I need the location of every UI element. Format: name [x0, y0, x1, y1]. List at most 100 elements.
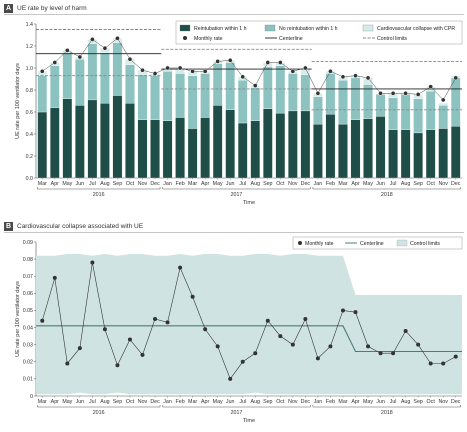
bar-segment: [325, 114, 336, 179]
monthly-rate-point: [378, 351, 383, 356]
monthly-rate-point: [227, 57, 233, 63]
bar-segment: [200, 117, 210, 179]
y-tick-label: 1.4: [26, 22, 33, 28]
monthly-rate-point: [64, 48, 70, 53]
x-tick-label: Oct: [126, 181, 135, 187]
panel-b: B Cardiovascular collapse associated wit…: [0, 218, 467, 432]
x-tick-label: Nov: [288, 181, 298, 187]
bar-segment: [288, 110, 298, 179]
bar-segment: [263, 66, 273, 109]
x-tick-label: Sep: [113, 181, 122, 187]
y-tick-label: 0.03: [23, 342, 33, 348]
monthly-rate-point: [190, 68, 195, 74]
x-tick-label: Feb: [176, 399, 185, 405]
x-tick-label: Mar: [188, 399, 197, 405]
monthly-rate-point: [428, 84, 434, 90]
y-tick-label: 0.07: [23, 274, 33, 280]
legend-marker: [298, 241, 302, 245]
x-tick-label: Dec: [150, 399, 160, 405]
x-tick-label: Oct: [276, 181, 285, 187]
x-tick-label: Aug: [251, 181, 260, 187]
legend-label: Monthly rate: [194, 36, 223, 42]
bar-segment: [125, 103, 135, 179]
legend-label: Control limits: [377, 36, 407, 42]
monthly-rate-point: [39, 68, 45, 74]
chart-a: 0.0 0.2 0.4 0.6 0.8 1.0 1.2 1.4 UE rate per 100 …: [15, 20, 463, 206]
monthly-rate-point: [102, 45, 108, 51]
y-tick-label: 0.0: [26, 176, 33, 182]
legend-label: Control limits: [410, 241, 440, 247]
x-tick-label: Mar: [338, 181, 347, 187]
monthly-rate-point: [328, 344, 333, 349]
bar-segment: [313, 123, 323, 179]
y-tick-label: 1.2: [26, 44, 33, 50]
bar-segment: [375, 94, 386, 117]
chart-a-x-axis-label: Time: [243, 200, 255, 206]
monthly-rate-point: [152, 71, 158, 76]
x-tick-label: May: [213, 399, 223, 405]
bar-segment: [363, 84, 373, 119]
x-tick-label: Apr: [201, 181, 209, 187]
year-label: 2018: [381, 192, 393, 198]
x-tick-label: Apr: [351, 399, 359, 405]
monthly-rate-point: [303, 317, 308, 321]
x-tick-label: Dec: [301, 399, 311, 405]
x-tick-label: Sep: [263, 181, 272, 187]
legend-label: Monthly rate: [305, 241, 334, 247]
monthly-rate-point: [416, 342, 421, 347]
x-tick-label: Mar: [188, 181, 197, 187]
year-label: 2017: [231, 410, 243, 416]
monthly-rate-point: [378, 90, 383, 96]
monthly-rate-point: [353, 73, 358, 79]
monthly-rate-point: [441, 361, 446, 366]
bar-segment: [150, 119, 160, 179]
year-bracket: [162, 405, 311, 408]
y-tick-label: 0.01: [23, 377, 33, 383]
y-tick-label: 1.0: [26, 66, 33, 72]
x-tick-label: Jan: [314, 399, 323, 405]
x-tick-label: Oct: [126, 399, 135, 405]
monthly-rate-point: [90, 37, 95, 42]
monthly-rate-point: [77, 54, 83, 60]
monthly-rate-point: [328, 68, 333, 74]
bar-segment: [225, 109, 235, 179]
monthly-rate-point: [453, 75, 459, 81]
chart-a-y-axis-label: UE rate per 100 ventilator days: [15, 63, 21, 139]
bar-segment: [338, 79, 348, 125]
y-tick-label: 0.08: [23, 257, 33, 263]
bar-segment: [300, 110, 311, 179]
x-tick-label: Jun: [376, 181, 385, 187]
x-tick-label: Dec: [451, 399, 461, 405]
bar-segment: [87, 43, 98, 101]
monthly-rate-point: [403, 90, 408, 96]
x-tick-label: Oct: [276, 399, 285, 405]
x-tick-label: Sep: [263, 399, 272, 405]
x-tick-label: Mar: [38, 399, 47, 405]
monthly-rate-point: [115, 35, 120, 41]
bar-segment: [37, 75, 48, 113]
bar-segment: [50, 107, 60, 179]
monthly-rate-point: [190, 294, 195, 299]
bar-segment: [175, 117, 185, 179]
x-tick-label: Mar: [38, 181, 47, 187]
x-tick-label: Dec: [150, 181, 160, 187]
legend-label: Cardiovascular collapse with CPR: [377, 26, 455, 32]
x-tick-label: Aug: [100, 181, 109, 187]
monthly-rate-point: [365, 75, 371, 81]
bar-segment: [162, 71, 173, 121]
x-tick-label: Jul: [390, 181, 397, 187]
bar-segment: [137, 74, 148, 120]
bar-segment: [200, 73, 210, 118]
x-tick-label: May: [363, 399, 373, 405]
monthly-rate-point: [240, 359, 245, 364]
x-tick-label: Jun: [226, 181, 235, 187]
y-tick-label: 0.6: [26, 110, 33, 116]
y-tick-label: 0: [30, 394, 33, 400]
bar-segment: [250, 87, 261, 121]
y-tick-label: 0.04: [23, 325, 33, 331]
monthly-rate-point: [265, 318, 270, 323]
x-tick-label: Sep: [113, 399, 122, 405]
bar-segment: [162, 120, 173, 179]
legend-label: Centerline: [279, 36, 303, 42]
y-tick-label: 0.4: [26, 132, 33, 138]
